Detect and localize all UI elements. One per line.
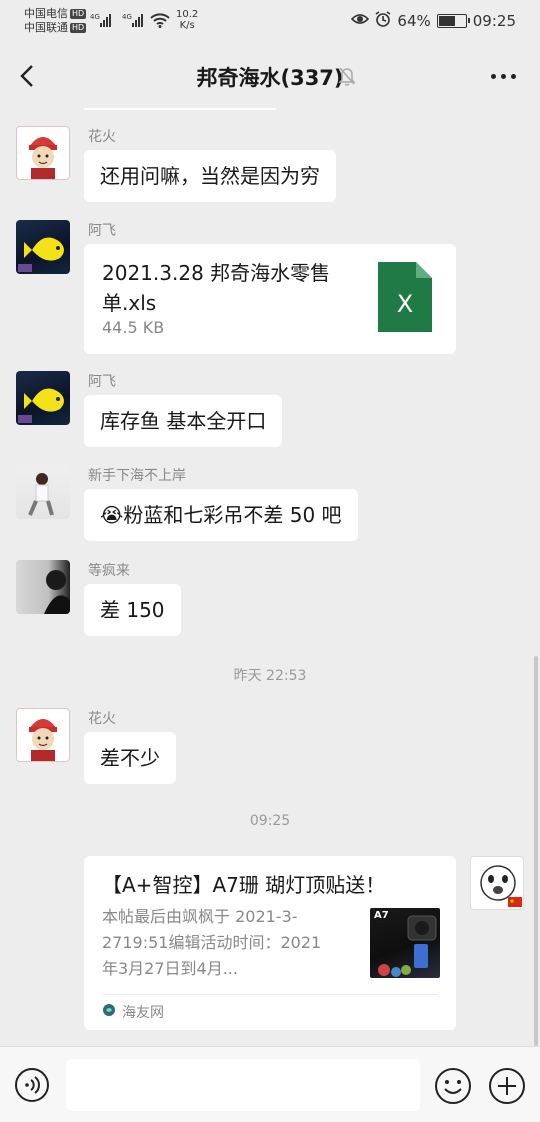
signal-icon: 4G <box>90 12 114 31</box>
message-bubble[interactable]: 差不少 <box>84 732 176 784</box>
timestamp: 09:25 <box>249 813 291 829</box>
message-text: 差 150 <box>100 598 165 622</box>
source-name: 海友网 <box>122 1005 164 1021</box>
link-divider <box>102 994 438 995</box>
plus-icon[interactable] <box>488 1067 526 1105</box>
voice-icon[interactable] <box>14 1067 50 1103</box>
chat-title: 邦奇海水(337) <box>196 66 344 90</box>
sender-name: 花火 <box>88 129 116 145</box>
avatar[interactable] <box>16 220 70 274</box>
file-size: 44.5 KB <box>102 318 165 337</box>
sender-name: 新手下海不上岸 <box>88 468 186 484</box>
message-bubble[interactable]: 差 150 <box>84 584 181 636</box>
avatar[interactable] <box>16 126 70 180</box>
battery-icon <box>436 14 470 28</box>
battery-percent: 64% <box>397 12 431 30</box>
net-speed-value: 10.2 <box>176 9 199 20</box>
crying-emoji-icon: 😭 <box>100 503 124 527</box>
timestamp: 昨天 22:53 <box>233 668 307 684</box>
source-logo-icon <box>102 1003 116 1021</box>
alarm-icon <box>375 11 391 31</box>
hd-badge: HD <box>70 23 87 33</box>
carrier-1: 中国电信 <box>24 7 68 20</box>
hd-badge: HD <box>70 9 87 19</box>
link-description: 本帖最后由飒枫于 2021-3-2719:51编辑活动时间：2021年3月27日… <box>102 907 322 978</box>
message-text: 库存鱼 基本全开口 <box>100 409 267 433</box>
partial-bubble <box>84 108 276 110</box>
link-title: 【A+智控】A7珊 瑚灯顶贴送！ <box>102 873 386 897</box>
file-message-card[interactable]: 2021.3.28 邦奇海水零售单.xls 44.5 KB X <box>84 244 456 354</box>
file-name: 2021.3.28 邦奇海水零售单.xls <box>102 261 331 315</box>
file-icon-letter: X <box>397 290 413 318</box>
message-text: 还用问嘛，当然是因为穷 <box>100 164 320 188</box>
scrollbar[interactable] <box>534 656 538 1046</box>
sender-name: 等疯来 <box>88 563 130 579</box>
message-bubble[interactable]: 😭粉蓝和七彩吊不差 50 吧 <box>84 489 358 541</box>
mute-bell-icon <box>338 66 356 90</box>
status-bar: 中国电信 HD 中国联通 HD 4G 4G 10.2 K/s 64% 09:25 <box>0 0 540 44</box>
sender-name: 阿飞 <box>88 374 116 390</box>
message-text: 差不少 <box>100 746 160 770</box>
message-bubble[interactable]: 库存鱼 基本全开口 <box>84 395 283 447</box>
signal-1-label: 4G <box>90 13 100 21</box>
net-speed: 10.2 K/s <box>176 9 198 31</box>
signal-icon: 4G <box>122 12 146 31</box>
chat-area[interactable]: 花火 还用问嘛，当然是因为穷 阿飞 2021.3.28 邦奇海水零售单.xls … <box>0 108 540 1046</box>
sender-name: 阿飞 <box>88 223 116 239</box>
avatar[interactable] <box>16 560 70 614</box>
more-dots-icon[interactable] <box>491 74 516 79</box>
avatar[interactable] <box>16 371 70 425</box>
clock: 09:25 <box>472 12 516 30</box>
sender-name: 花火 <box>88 711 116 727</box>
avatar[interactable] <box>16 708 70 762</box>
signal-2-label: 4G <box>122 13 132 21</box>
message-input[interactable] <box>66 1059 420 1111</box>
carrier-2: 中国联通 <box>24 21 68 34</box>
emoji-icon[interactable] <box>434 1067 472 1105</box>
avatar-self[interactable] <box>470 856 524 910</box>
wifi-icon <box>150 12 170 31</box>
input-bar <box>0 1046 540 1122</box>
avatar[interactable] <box>16 465 70 519</box>
eye-icon <box>351 12 370 30</box>
message-bubble[interactable]: 还用问嘛，当然是因为穷 <box>84 150 336 202</box>
link-source: 海友网 <box>102 1002 164 1022</box>
net-speed-unit: K/s <box>179 20 195 31</box>
carrier-info: 中国电信 HD 中国联通 HD <box>24 7 87 35</box>
link-message-card[interactable]: 【A+智控】A7珊 瑚灯顶贴送！ 本帖最后由飒枫于 2021-3-2719:51… <box>84 856 456 1030</box>
link-thumbnail: A7 <box>370 908 440 978</box>
excel-file-icon: X <box>378 262 432 332</box>
nav-bar: 邦奇海水(337) <box>0 44 540 108</box>
message-text: 粉蓝和七彩吊不差 50 吧 <box>123 503 342 527</box>
